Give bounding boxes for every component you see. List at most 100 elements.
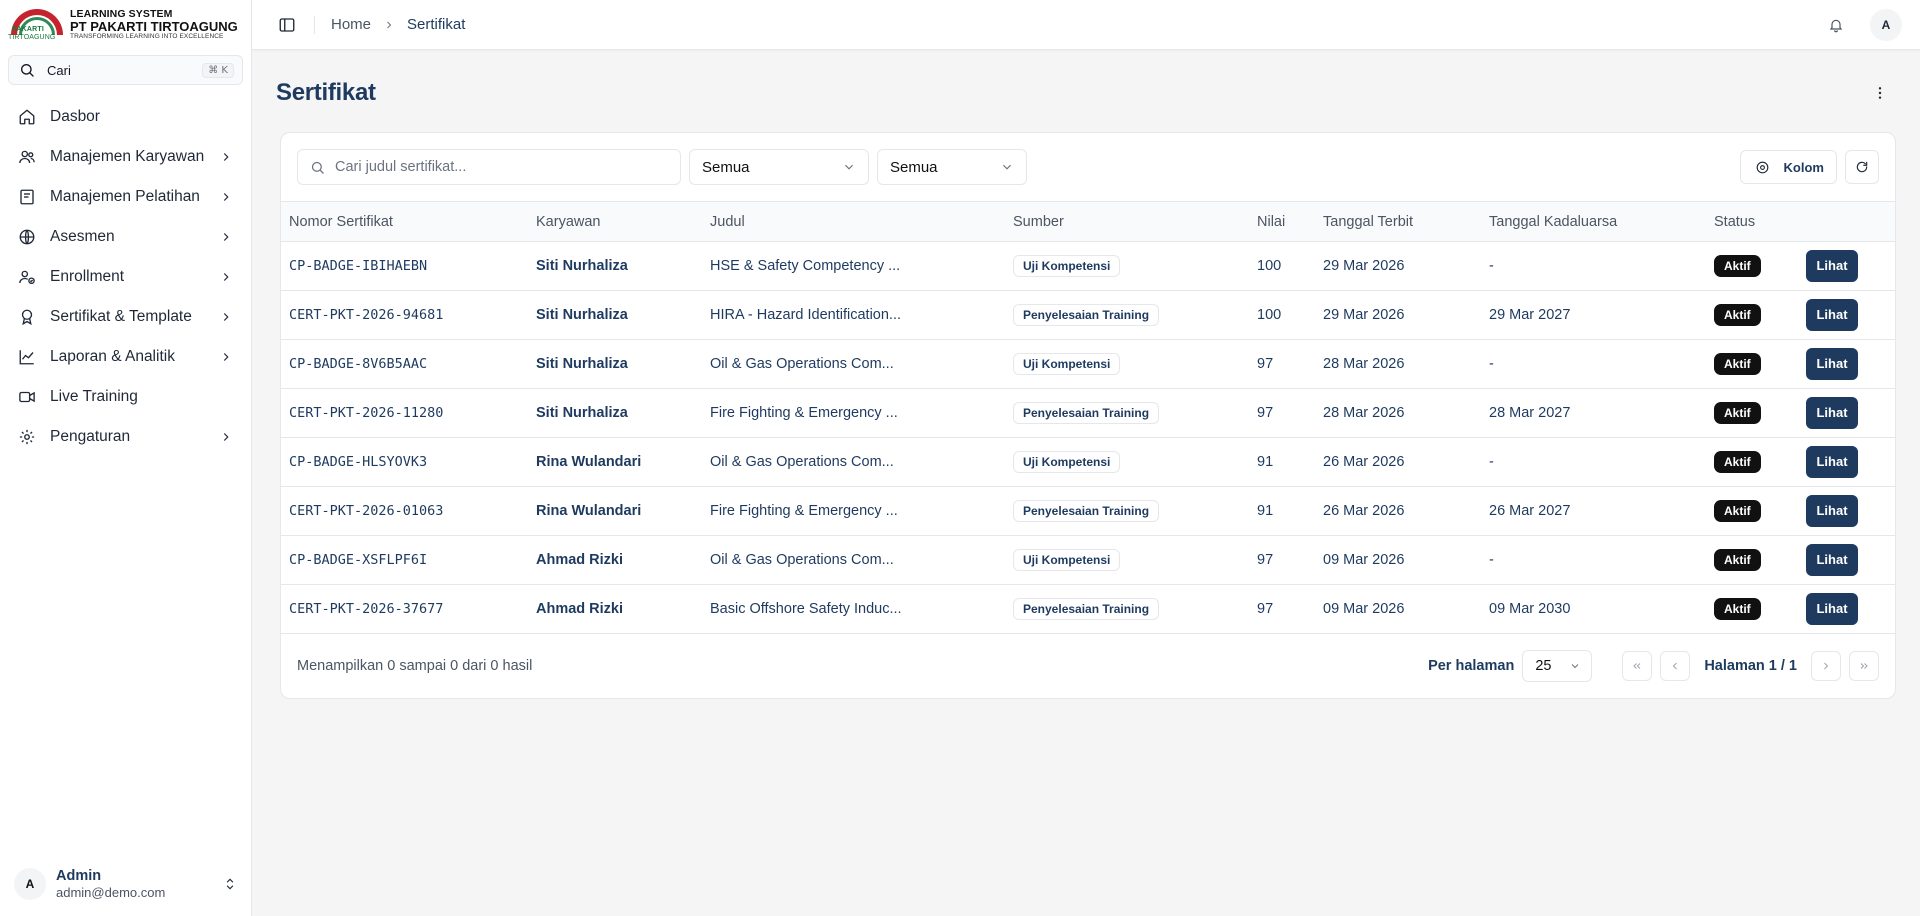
actions-cell: Lihat: [1798, 585, 1895, 634]
cert-title: Basic Offshore Safety Induc...: [710, 601, 902, 617]
cert-number: CP-BADGE-HLSYOVK3: [289, 454, 428, 470]
columns-button[interactable]: Kolom: [1739, 150, 1837, 184]
sidebar-item-pengaturan[interactable]: Pengaturan: [0, 417, 251, 457]
chevrons-right-icon: [1860, 663, 1868, 669]
sidebar-item-enrollment[interactable]: Enrollment: [0, 257, 251, 297]
status-cell: Aktif: [1706, 585, 1798, 634]
brand-company-name: PT PAKARTI TIRTOAGUNG: [70, 19, 238, 35]
sidebar-item-live-training[interactable]: Live Training: [0, 377, 251, 417]
status-cell: Aktif: [1706, 242, 1798, 291]
last-page-button[interactable]: [1849, 651, 1879, 681]
chevron-right-icon: [223, 153, 229, 161]
table-row[interactable]: CERT-PKT-2026-37677 Ahmad Rizki Basic Offs…: [281, 585, 1895, 634]
col-tanggal-kadaluarsa[interactable]: Tanggal Kadaluarsa: [1481, 202, 1706, 242]
company-logo-mark: PAKARTI TIRTOAGUNG: [8, 7, 66, 43]
view-button[interactable]: Lihat: [1806, 593, 1858, 625]
breadcrumb-home-link[interactable]: Home: [331, 16, 371, 33]
brand-tagline: TRANSFORMING LEARNING INTO EXCELLENCE: [70, 32, 224, 40]
table-row[interactable]: CERT-PKT-2026-94681 Siti Nurhaliza HIRA - …: [281, 291, 1895, 340]
cert-title: HSE & Safety Competency ...: [710, 258, 901, 274]
more-vertical-icon[interactable]: [1872, 85, 1888, 101]
view-button[interactable]: Lihat: [1806, 446, 1858, 478]
table-row[interactable]: CERT-PKT-2026-11280 Siti Nurhaliza Fire Fi…: [281, 389, 1895, 438]
view-button[interactable]: Lihat: [1806, 544, 1858, 576]
sidebar-nav: Dasbor Manajemen Karyawan Manajemen Pela…: [0, 97, 251, 457]
status-cell: Aktif: [1706, 536, 1798, 585]
sidebar-item-asesmen[interactable]: Asesmen: [0, 217, 251, 257]
source-cell: Uji Kompetensi: [1005, 340, 1249, 389]
source-badge: Uji Kompetensi: [1013, 255, 1121, 277]
issued-date: 09 Mar 2026: [1323, 552, 1405, 568]
per-page-select[interactable]: 25: [1522, 650, 1593, 682]
certificate-search-input[interactable]: [335, 159, 668, 175]
sidebar: PAKARTI TIRTOAGUNG LEARNING SYSTEM PT PA…: [0, 0, 252, 916]
source-cell: Uji Kompetensi: [1005, 536, 1249, 585]
sidebar-toggle-icon[interactable]: [278, 16, 296, 34]
status-cell: Aktif: [1706, 389, 1798, 438]
col-karyawan[interactable]: Karyawan: [528, 202, 702, 242]
chevron-down-icon: [1571, 664, 1579, 669]
user-name: Admin: [56, 867, 102, 884]
status-badge: Aktif: [1714, 598, 1761, 620]
sidebar-item-laporan-analitik[interactable]: Laporan & Analitik: [0, 337, 251, 377]
breadcrumb: Home Sertifikat: [331, 16, 465, 33]
employee-name: Ahmad Rizki: [536, 601, 624, 617]
employee-name: Siti Nurhaliza: [536, 356, 628, 372]
sidebar-item-manajemen-pelatihan[interactable]: Manajemen Pelatihan: [0, 177, 251, 217]
table-row[interactable]: CP-BADGE-XSFLPF6I Ahmad Rizki Oil & Gas Op…: [281, 536, 1895, 585]
next-page-button[interactable]: [1811, 651, 1841, 681]
sidebar-item-dasbor[interactable]: Dasbor: [0, 97, 251, 137]
book-icon: [20, 189, 34, 205]
refresh-button[interactable]: [1845, 150, 1879, 184]
table-header-row: Nomor Sertifikat Karyawan Judul Sumber N…: [281, 201, 1895, 242]
user-menu[interactable]: A Admin admin@demo.com: [14, 864, 237, 904]
employee-name: Rina Wulandari: [536, 454, 642, 470]
table-row[interactable]: CERT-PKT-2026-01063 Rina Wulandari Fire Fi…: [281, 487, 1895, 536]
chevron-down-icon: [1003, 164, 1011, 170]
view-button[interactable]: Lihat: [1806, 250, 1858, 282]
sidebar-item-sertifikat-template[interactable]: Sertifikat & Template: [0, 297, 251, 337]
col-nilai[interactable]: Nilai: [1249, 202, 1315, 242]
brand-logo[interactable]: PAKARTI TIRTOAGUNG LEARNING SYSTEM PT PA…: [0, 0, 251, 50]
view-button[interactable]: Lihat: [1806, 495, 1858, 527]
top-avatar[interactable]: A: [1870, 8, 1902, 41]
first-page-button[interactable]: [1622, 651, 1653, 681]
expiry-date: -: [1489, 356, 1494, 372]
table-row[interactable]: CP-BADGE-HLSYOVK3 Rina Wulandari Oil & Gas…: [281, 438, 1895, 487]
certificate-search[interactable]: [297, 149, 681, 185]
status-badge: Aktif: [1714, 500, 1761, 522]
filter-status-select[interactable]: Semua: [877, 149, 1027, 185]
source-badge: Uji Kompetensi: [1013, 353, 1121, 375]
col-nomor[interactable]: Nomor Sertifikat: [281, 202, 528, 242]
table-row[interactable]: CP-BADGE-8V6B5AAC Siti Nurhaliza Oil & Gas…: [281, 340, 1895, 389]
prev-page-button[interactable]: [1660, 651, 1691, 681]
status-cell: Aktif: [1706, 340, 1798, 389]
cert-title: Oil & Gas Operations Com...: [710, 552, 894, 568]
col-status[interactable]: Status: [1706, 202, 1798, 242]
chevrons-left-icon: [1633, 663, 1641, 669]
actions-cell: Lihat: [1798, 242, 1895, 291]
topbar: Home Sertifikat A: [252, 0, 1920, 50]
source-badge: Penyelesaian Training: [1013, 304, 1160, 326]
view-button[interactable]: Lihat: [1806, 397, 1858, 429]
col-judul[interactable]: Judul: [702, 202, 1005, 242]
sidebar-item-manajemen-karyawan[interactable]: Manajemen Karyawan: [0, 137, 251, 177]
cert-title: Fire Fighting & Emergency ...: [710, 405, 898, 421]
certificates-table: Nomor Sertifikat Karyawan Judul Sumber N…: [281, 201, 1895, 634]
globe-icon: [19, 229, 35, 245]
col-tanggal-terbit[interactable]: Tanggal Terbit: [1315, 202, 1481, 242]
issued-date: 26 Mar 2026: [1323, 503, 1405, 519]
table-row[interactable]: CP-BADGE-IBIHAEBN Siti Nurhaliza HSE & Saf…: [281, 242, 1895, 291]
award-icon: [21, 309, 33, 326]
filter-source-select[interactable]: Semua: [689, 149, 869, 185]
cert-title: Oil & Gas Operations Com...: [710, 454, 894, 470]
source-cell: Penyelesaian Training: [1005, 291, 1249, 340]
view-button[interactable]: Lihat: [1806, 348, 1858, 380]
chevron-right-icon: [223, 233, 229, 241]
col-sumber[interactable]: Sumber: [1005, 202, 1249, 242]
view-button[interactable]: Lihat: [1806, 299, 1858, 331]
chevron-right-icon: [223, 353, 229, 361]
chevron-down-icon: [845, 164, 853, 170]
bell-icon[interactable]: [1828, 17, 1844, 33]
sidebar-search[interactable]: Cari ⌘ K: [8, 55, 243, 85]
